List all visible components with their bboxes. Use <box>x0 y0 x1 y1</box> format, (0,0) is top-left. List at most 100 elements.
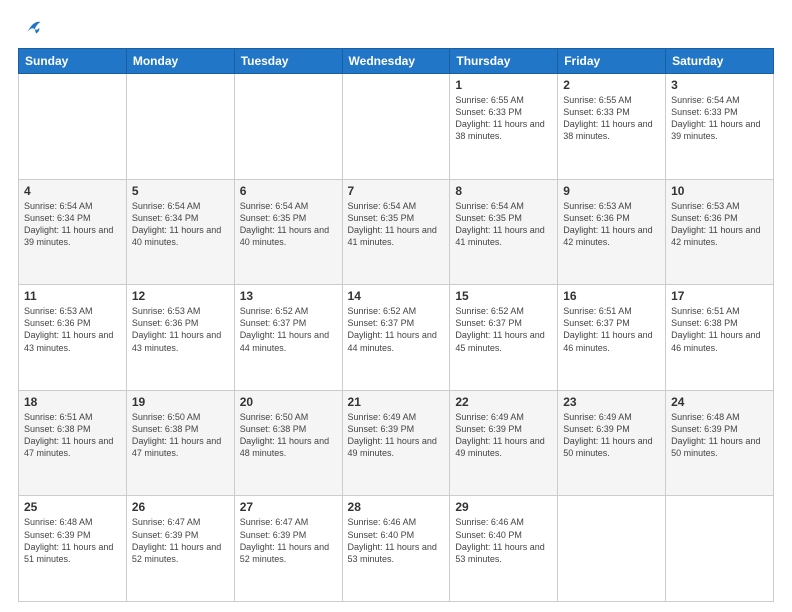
calendar-cell: 9 Sunrise: 6:53 AMSunset: 6:36 PMDaylight… <box>558 179 666 285</box>
day-number: 17 <box>671 289 768 303</box>
calendar-cell: 4 Sunrise: 6:54 AMSunset: 6:34 PMDaylight… <box>19 179 127 285</box>
day-info: Sunrise: 6:48 AMSunset: 6:39 PMDaylight:… <box>24 516 121 565</box>
weekday-header-friday: Friday <box>558 49 666 74</box>
calendar-cell: 29 Sunrise: 6:46 AMSunset: 6:40 PMDayligh… <box>450 496 558 602</box>
day-number: 7 <box>348 184 445 198</box>
day-info: Sunrise: 6:54 AMSunset: 6:35 PMDaylight:… <box>348 200 445 249</box>
logo-bird-icon <box>20 16 42 38</box>
day-number: 26 <box>132 500 229 514</box>
day-number: 21 <box>348 395 445 409</box>
day-number: 25 <box>24 500 121 514</box>
day-number: 3 <box>671 78 768 92</box>
calendar-cell: 21 Sunrise: 6:49 AMSunset: 6:39 PMDayligh… <box>342 390 450 496</box>
calendar-cell: 12 Sunrise: 6:53 AMSunset: 6:36 PMDayligh… <box>126 285 234 391</box>
day-number: 4 <box>24 184 121 198</box>
calendar-cell: 23 Sunrise: 6:49 AMSunset: 6:39 PMDayligh… <box>558 390 666 496</box>
calendar-week-1: 1 Sunrise: 6:55 AMSunset: 6:33 PMDaylight… <box>19 74 774 180</box>
day-number: 1 <box>455 78 552 92</box>
day-info: Sunrise: 6:50 AMSunset: 6:38 PMDaylight:… <box>240 411 337 460</box>
day-info: Sunrise: 6:48 AMSunset: 6:39 PMDaylight:… <box>671 411 768 460</box>
calendar-cell: 16Sunrise: 6:51 AMSunset: 6:37 PMDayligh… <box>558 285 666 391</box>
weekday-header-thursday: Thursday <box>450 49 558 74</box>
calendar-cell: 22Sunrise: 6:49 AMSunset: 6:39 PMDayligh… <box>450 390 558 496</box>
day-info: Sunrise: 6:55 AMSunset: 6:33 PMDaylight:… <box>563 94 660 143</box>
calendar-cell <box>234 74 342 180</box>
day-info: Sunrise: 6:53 AMSunset: 6:36 PMDaylight:… <box>24 305 121 354</box>
day-number: 9 <box>563 184 660 198</box>
calendar-cell: 3 Sunrise: 6:54 AMSunset: 6:33 PMDaylight… <box>666 74 774 180</box>
weekday-header-saturday: Saturday <box>666 49 774 74</box>
day-number: 24 <box>671 395 768 409</box>
calendar-week-3: 11 Sunrise: 6:53 AMSunset: 6:36 PMDayligh… <box>19 285 774 391</box>
day-info: Sunrise: 6:54 AMSunset: 6:35 PMDaylight:… <box>240 200 337 249</box>
calendar-cell <box>666 496 774 602</box>
weekday-header-monday: Monday <box>126 49 234 74</box>
header <box>18 16 774 38</box>
calendar-cell: 26 Sunrise: 6:47 AMSunset: 6:39 PMDayligh… <box>126 496 234 602</box>
day-number: 13 <box>240 289 337 303</box>
calendar-cell: 28Sunrise: 6:46 AMSunset: 6:40 PMDayligh… <box>342 496 450 602</box>
day-info: Sunrise: 6:46 AMSunset: 6:40 PMDaylight:… <box>455 516 552 565</box>
day-info: Sunrise: 6:46 AMSunset: 6:40 PMDaylight:… <box>348 516 445 565</box>
day-info: Sunrise: 6:47 AMSunset: 6:39 PMDaylight:… <box>240 516 337 565</box>
calendar-cell: 5Sunrise: 6:54 AMSunset: 6:34 PMDaylight… <box>126 179 234 285</box>
day-info: Sunrise: 6:51 AMSunset: 6:38 PMDaylight:… <box>24 411 121 460</box>
day-info: Sunrise: 6:55 AMSunset: 6:33 PMDaylight:… <box>455 94 552 143</box>
day-number: 18 <box>24 395 121 409</box>
day-info: Sunrise: 6:49 AMSunset: 6:39 PMDaylight:… <box>348 411 445 460</box>
calendar-cell: 24 Sunrise: 6:48 AMSunset: 6:39 PMDayligh… <box>666 390 774 496</box>
day-info: Sunrise: 6:53 AMSunset: 6:36 PMDaylight:… <box>132 305 229 354</box>
day-number: 6 <box>240 184 337 198</box>
weekday-header-wednesday: Wednesday <box>342 49 450 74</box>
day-number: 14 <box>348 289 445 303</box>
calendar-cell: 17 Sunrise: 6:51 AMSunset: 6:38 PMDayligh… <box>666 285 774 391</box>
calendar-cell <box>558 496 666 602</box>
day-number: 29 <box>455 500 552 514</box>
day-info: Sunrise: 6:49 AMSunset: 6:39 PMDaylight:… <box>455 411 552 460</box>
day-number: 19 <box>132 395 229 409</box>
calendar-cell: 18 Sunrise: 6:51 AMSunset: 6:38 PMDayligh… <box>19 390 127 496</box>
day-info: Sunrise: 6:51 AMSunset: 6:38 PMDaylight:… <box>671 305 768 354</box>
day-number: 15 <box>455 289 552 303</box>
calendar-cell: 1 Sunrise: 6:55 AMSunset: 6:33 PMDaylight… <box>450 74 558 180</box>
day-number: 20 <box>240 395 337 409</box>
day-info: Sunrise: 6:54 AMSunset: 6:33 PMDaylight:… <box>671 94 768 143</box>
day-info: Sunrise: 6:52 AMSunset: 6:37 PMDaylight:… <box>240 305 337 354</box>
calendar-cell: 27 Sunrise: 6:47 AMSunset: 6:39 PMDayligh… <box>234 496 342 602</box>
weekday-header-tuesday: Tuesday <box>234 49 342 74</box>
day-number: 2 <box>563 78 660 92</box>
day-info: Sunrise: 6:50 AMSunset: 6:38 PMDaylight:… <box>132 411 229 460</box>
calendar-cell: 11 Sunrise: 6:53 AMSunset: 6:36 PMDayligh… <box>19 285 127 391</box>
calendar-cell <box>19 74 127 180</box>
calendar-cell <box>126 74 234 180</box>
day-number: 27 <box>240 500 337 514</box>
calendar-week-2: 4 Sunrise: 6:54 AMSunset: 6:34 PMDaylight… <box>19 179 774 285</box>
day-info: Sunrise: 6:53 AMSunset: 6:36 PMDaylight:… <box>671 200 768 249</box>
day-info: Sunrise: 6:52 AMSunset: 6:37 PMDaylight:… <box>455 305 552 354</box>
day-info: Sunrise: 6:54 AMSunset: 6:34 PMDaylight:… <box>24 200 121 249</box>
day-number: 5 <box>132 184 229 198</box>
calendar-week-4: 18 Sunrise: 6:51 AMSunset: 6:38 PMDayligh… <box>19 390 774 496</box>
day-info: Sunrise: 6:52 AMSunset: 6:37 PMDaylight:… <box>348 305 445 354</box>
weekday-header-sunday: Sunday <box>19 49 127 74</box>
calendar-table: SundayMondayTuesdayWednesdayThursdayFrid… <box>18 48 774 602</box>
day-info: Sunrise: 6:54 AMSunset: 6:35 PMDaylight:… <box>455 200 552 249</box>
calendar-cell: 20 Sunrise: 6:50 AMSunset: 6:38 PMDayligh… <box>234 390 342 496</box>
day-number: 8 <box>455 184 552 198</box>
day-number: 11 <box>24 289 121 303</box>
day-number: 12 <box>132 289 229 303</box>
page: SundayMondayTuesdayWednesdayThursdayFrid… <box>0 0 792 612</box>
day-number: 23 <box>563 395 660 409</box>
calendar-cell: 14 Sunrise: 6:52 AMSunset: 6:37 PMDayligh… <box>342 285 450 391</box>
calendar-cell: 2 Sunrise: 6:55 AMSunset: 6:33 PMDaylight… <box>558 74 666 180</box>
day-info: Sunrise: 6:53 AMSunset: 6:36 PMDaylight:… <box>563 200 660 249</box>
calendar-cell: 8 Sunrise: 6:54 AMSunset: 6:35 PMDaylight… <box>450 179 558 285</box>
day-info: Sunrise: 6:49 AMSunset: 6:39 PMDaylight:… <box>563 411 660 460</box>
day-number: 16 <box>563 289 660 303</box>
calendar-week-5: 25 Sunrise: 6:48 AMSunset: 6:39 PMDayligh… <box>19 496 774 602</box>
day-info: Sunrise: 6:47 AMSunset: 6:39 PMDaylight:… <box>132 516 229 565</box>
calendar-cell: 6 Sunrise: 6:54 AMSunset: 6:35 PMDaylight… <box>234 179 342 285</box>
day-number: 10 <box>671 184 768 198</box>
calendar-cell <box>342 74 450 180</box>
calendar-cell: 10 Sunrise: 6:53 AMSunset: 6:36 PMDayligh… <box>666 179 774 285</box>
